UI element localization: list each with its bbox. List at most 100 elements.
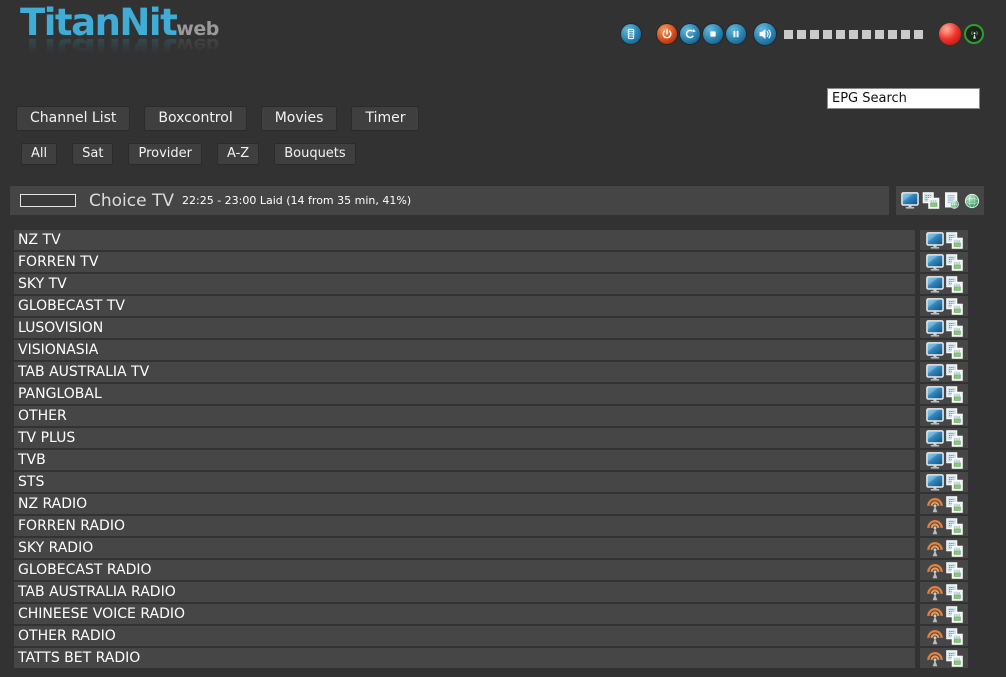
channel-row[interactable]: NZ RADIO — [14, 494, 968, 514]
tv-icon[interactable] — [926, 254, 944, 271]
epg-list-icon[interactable] — [946, 584, 963, 601]
channel-row[interactable]: GLOBECAST RADIO — [14, 560, 968, 580]
tv-icon[interactable] — [926, 408, 944, 425]
epg-list-icon[interactable] — [946, 606, 963, 623]
remote-icon[interactable] — [621, 24, 641, 44]
nav-movies-button[interactable]: Movies — [261, 106, 338, 131]
epg-list-icon[interactable] — [946, 364, 963, 381]
epg-list-icon[interactable] — [946, 408, 963, 425]
channel-row[interactable]: VISIONASIA — [14, 340, 968, 360]
radio-icon[interactable] — [926, 518, 944, 535]
filter-provider-button[interactable]: Provider — [128, 143, 202, 165]
channel-name[interactable]: VISIONASIA — [14, 340, 915, 360]
pause-icon[interactable] — [726, 24, 746, 44]
epg-list-icon[interactable] — [946, 276, 963, 293]
tv-icon[interactable] — [926, 298, 944, 315]
channel-row[interactable]: GLOBECAST TV — [14, 296, 968, 316]
radio-icon[interactable] — [926, 540, 944, 557]
epg-list-icon[interactable] — [946, 474, 963, 491]
tv-icon[interactable] — [926, 232, 944, 249]
volume-segment[interactable] — [797, 30, 806, 39]
web-globe-icon[interactable] — [964, 193, 980, 209]
channel-row[interactable]: TAB AUSTRALIA TV — [14, 362, 968, 382]
volume-bar[interactable] — [784, 30, 923, 39]
epg-list-icon[interactable] — [946, 430, 963, 447]
epg-list-icon[interactable] — [946, 320, 963, 337]
channel-row[interactable]: CHINEESE VOICE RADIO — [14, 604, 968, 624]
refresh-icon[interactable] — [680, 24, 700, 44]
epg-list-icon[interactable] — [946, 452, 963, 469]
radio-icon[interactable] — [926, 496, 944, 513]
channel-row[interactable]: TATTS BET RADIO — [14, 648, 968, 668]
channel-name[interactable]: STS — [14, 472, 915, 492]
channel-name[interactable]: SKY RADIO — [14, 538, 915, 558]
channel-name[interactable]: NZ RADIO — [14, 494, 915, 514]
epg-list-icon[interactable] — [922, 192, 940, 209]
filter-bouquets-button[interactable]: Bouquets — [274, 143, 355, 165]
channel-name[interactable]: OTHER — [14, 406, 915, 426]
nav-channel-list-button[interactable]: Channel List — [16, 106, 130, 131]
volume-segment[interactable] — [784, 30, 793, 39]
nav-timer-button[interactable]: Timer — [351, 106, 419, 131]
power-icon[interactable] — [657, 24, 677, 44]
tv-icon[interactable] — [926, 342, 944, 359]
radio-icon[interactable] — [926, 562, 944, 579]
tv-icon[interactable] — [926, 364, 944, 381]
epg-list-icon[interactable] — [946, 496, 963, 513]
channel-name[interactable]: OTHER RADIO — [14, 626, 915, 646]
nav-boxcontrol-button[interactable]: Boxcontrol — [144, 106, 246, 131]
tv-icon[interactable] — [926, 452, 944, 469]
channel-name[interactable]: PANGLOBAL — [14, 384, 915, 404]
volume-segment[interactable] — [875, 30, 884, 39]
tv-icon[interactable] — [926, 386, 944, 403]
volume-segment[interactable] — [901, 30, 910, 39]
channel-row[interactable]: NZ TV — [14, 230, 968, 250]
epg-list-icon[interactable] — [946, 254, 963, 271]
channel-row[interactable]: SKY RADIO — [14, 538, 968, 558]
tv-icon[interactable] — [926, 474, 944, 491]
tv-icon[interactable] — [926, 430, 944, 447]
volume-segment[interactable] — [823, 30, 832, 39]
record-icon[interactable] — [939, 23, 961, 45]
epg-list-icon[interactable] — [946, 628, 963, 645]
epg-list-icon[interactable] — [946, 540, 963, 557]
channel-row[interactable]: TAB AUSTRALIA RADIO — [14, 582, 968, 602]
channel-name[interactable]: TVB — [14, 450, 915, 470]
volume-segment[interactable] — [849, 30, 858, 39]
epg-list-icon[interactable] — [946, 650, 963, 667]
channel-name[interactable]: TAB AUSTRALIA RADIO — [14, 582, 915, 602]
channel-name[interactable]: NZ TV — [14, 230, 915, 250]
volume-segment[interactable] — [914, 30, 923, 39]
channel-name[interactable]: SKY TV — [14, 274, 915, 294]
volume-segment[interactable] — [888, 30, 897, 39]
filter-all-button[interactable]: All — [21, 143, 57, 165]
filter-sat-button[interactable]: Sat — [72, 143, 113, 165]
channel-row[interactable]: PANGLOBAL — [14, 384, 968, 404]
radio-icon[interactable] — [926, 650, 944, 667]
radio-icon[interactable] — [926, 606, 944, 623]
epg-list-icon[interactable] — [946, 298, 963, 315]
channel-row[interactable]: OTHER — [14, 406, 968, 426]
volume-segment[interactable] — [810, 30, 819, 39]
epg-search-input[interactable] — [827, 88, 980, 109]
stream-icon[interactable] — [964, 24, 984, 44]
channel-name[interactable]: GLOBECAST TV — [14, 296, 915, 316]
tv-icon[interactable] — [926, 276, 944, 293]
channel-name[interactable]: FORREN RADIO — [14, 516, 915, 536]
radio-icon[interactable] — [926, 584, 944, 601]
channel-row[interactable]: STS — [14, 472, 968, 492]
channel-name[interactable]: TAB AUSTRALIA TV — [14, 362, 915, 382]
epg-list-icon[interactable] — [946, 562, 963, 579]
volume-segment[interactable] — [862, 30, 871, 39]
stop-icon[interactable] — [703, 24, 723, 44]
channel-row[interactable]: LUSOVISION — [14, 318, 968, 338]
tv-icon[interactable] — [926, 320, 944, 337]
epg-page-icon[interactable] — [943, 192, 961, 209]
epg-list-icon[interactable] — [946, 232, 963, 249]
filter-az-button[interactable]: A-Z — [217, 143, 259, 165]
channel-name[interactable]: LUSOVISION — [14, 318, 915, 338]
channel-row[interactable]: FORREN RADIO — [14, 516, 968, 536]
channel-name[interactable]: TV PLUS — [14, 428, 915, 448]
tv-icon[interactable] — [901, 192, 919, 209]
epg-list-icon[interactable] — [946, 342, 963, 359]
